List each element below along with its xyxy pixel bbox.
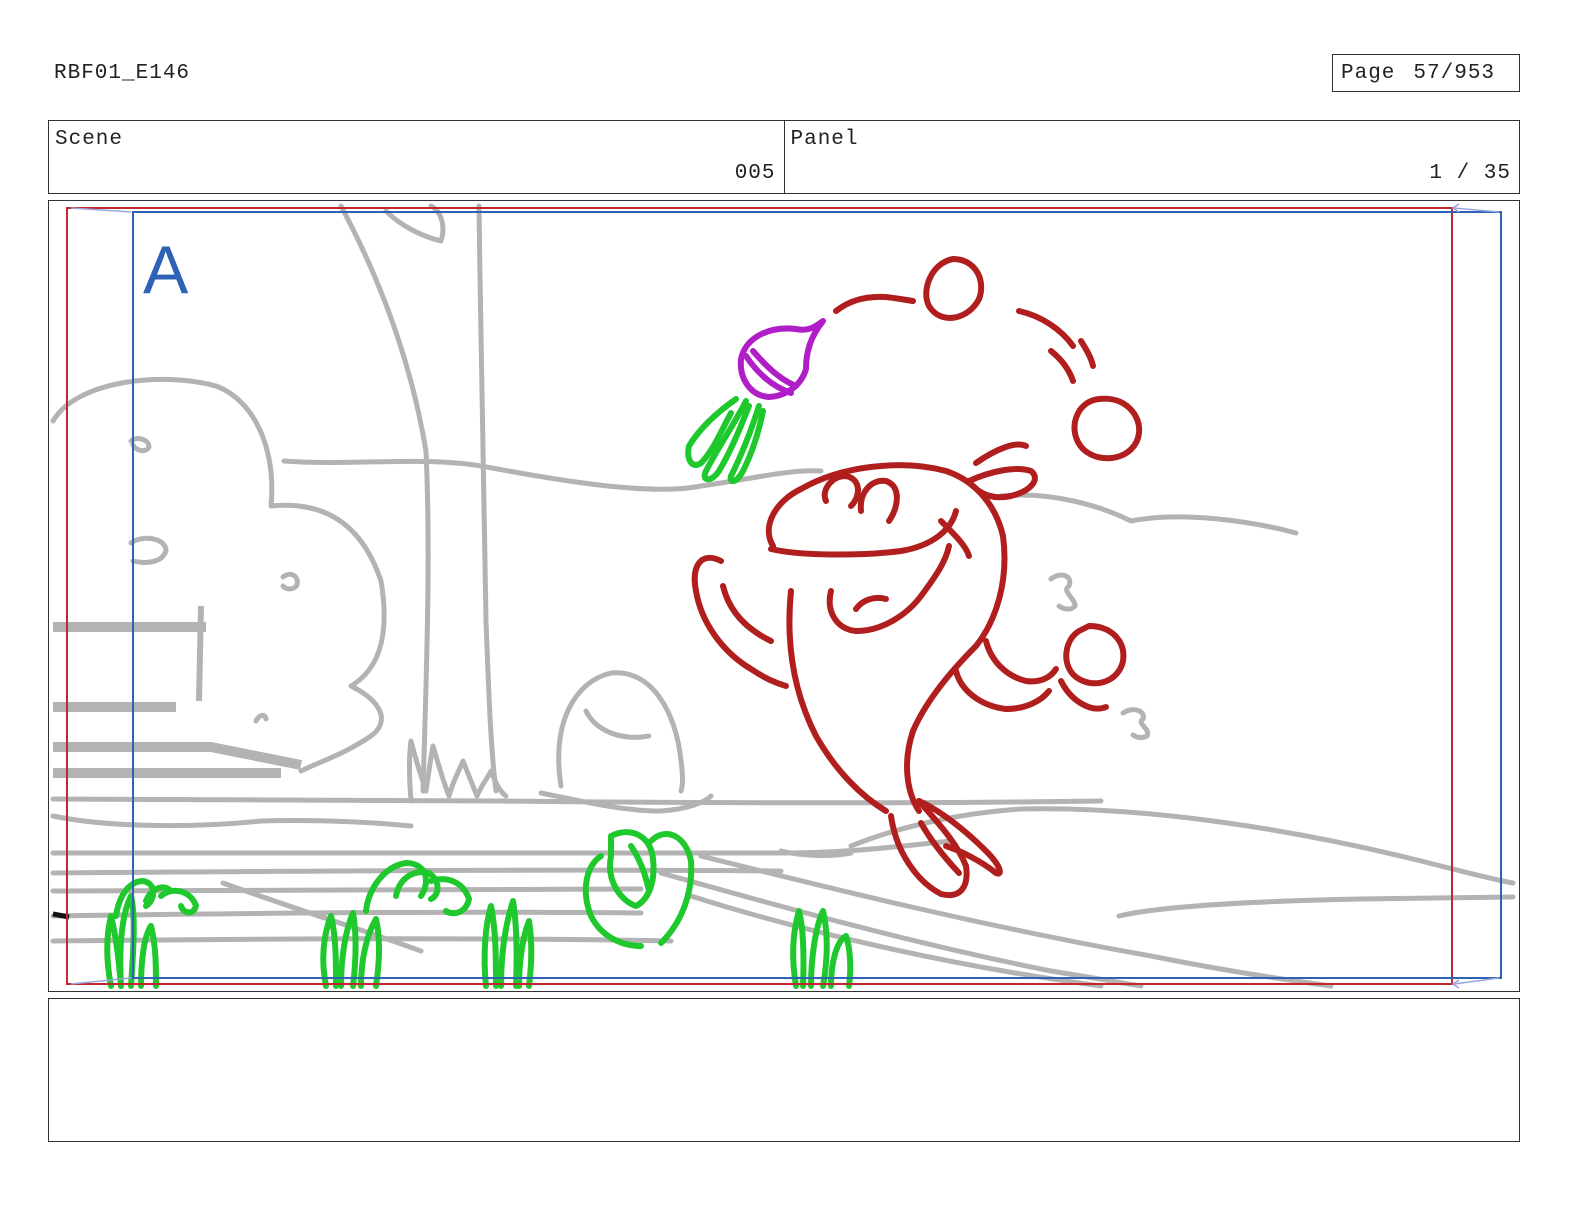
document-id: RBF01_E146 <box>54 62 191 85</box>
scene-panel-info: Scene 005 Panel 1 / 35 <box>48 120 1520 194</box>
fence-posts <box>53 605 302 778</box>
panel-cell: Panel 1 / 35 <box>783 121 1520 193</box>
panel-notes <box>48 998 1520 1142</box>
scene-cell: Scene 005 <box>49 121 784 193</box>
page-number: 57/953 <box>1413 61 1496 85</box>
panel-drawing: A <box>50 203 1516 989</box>
background-sketch <box>50 203 1516 989</box>
page-label: Page <box>1341 61 1396 85</box>
panel-letter: A <box>143 232 189 308</box>
panel-number: 1 / 35 <box>1429 162 1511 185</box>
page-indicator: Page 57/953 <box>1332 54 1520 92</box>
storyboard-panel: A <box>48 200 1520 992</box>
plants <box>104 396 854 989</box>
panel-label: Panel <box>790 128 859 151</box>
flower-bud <box>737 318 826 400</box>
scene-label: Scene <box>55 128 124 151</box>
scene-number: 005 <box>734 162 776 185</box>
safe-frame <box>66 207 1453 985</box>
